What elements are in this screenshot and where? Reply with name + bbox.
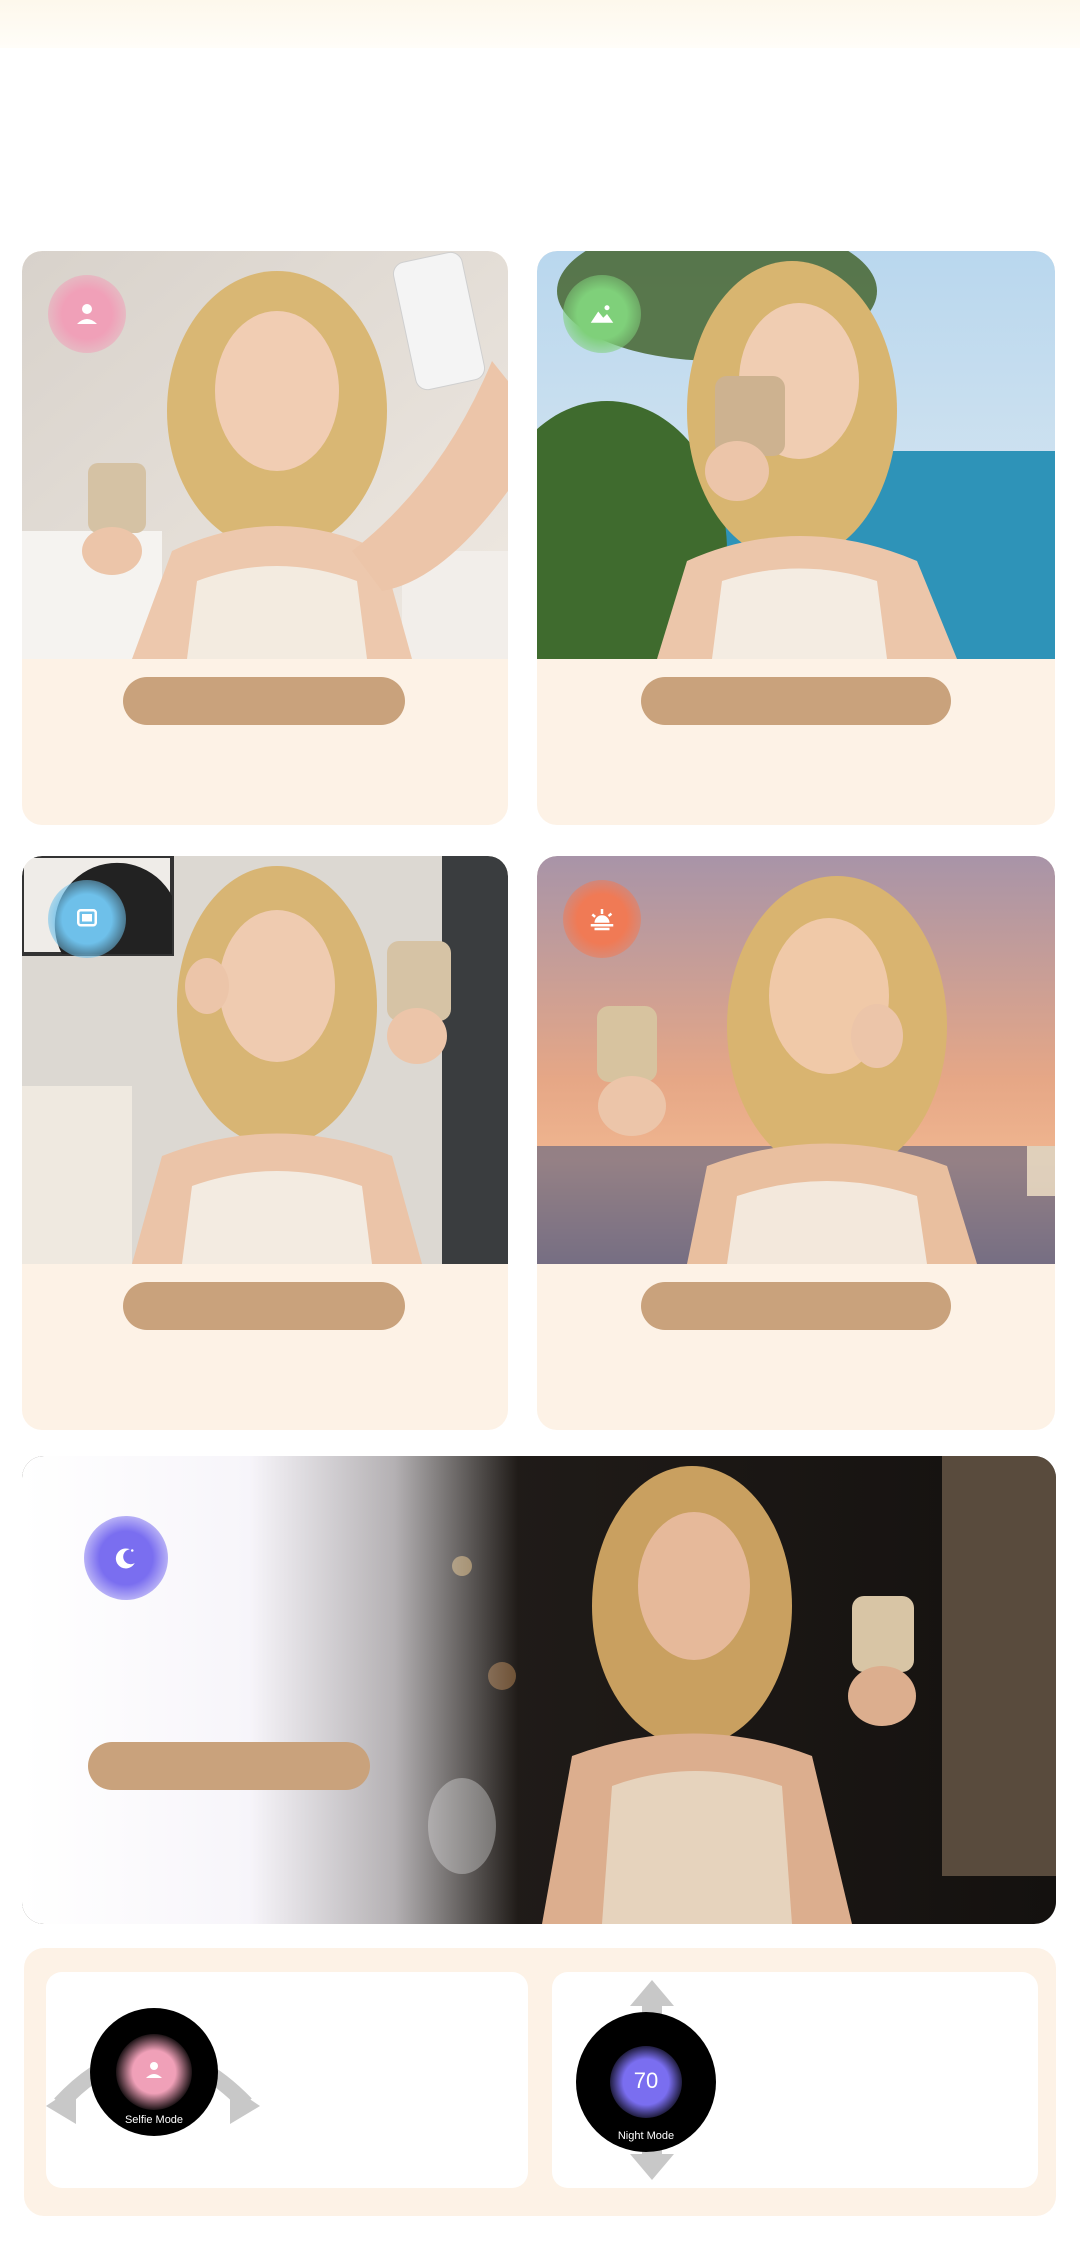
monitor-icon xyxy=(48,880,126,958)
page: Selfie Mode 70 Night Mode xyxy=(0,0,1080,2260)
sunset-mode-button[interactable] xyxy=(641,1282,951,1330)
selfie-mode-button[interactable] xyxy=(123,677,405,725)
night-mode-banner xyxy=(22,1456,1056,1924)
mode-card-sunset xyxy=(537,856,1055,1430)
moon-icon xyxy=(84,1516,168,1600)
press-demo-card: 70 Night Mode xyxy=(552,1972,1038,2188)
mode-switch-demo: Selfie Mode 70 Night Mode xyxy=(24,1948,1056,2216)
landscape-mode-button[interactable] xyxy=(641,677,951,725)
mountain-icon xyxy=(563,275,641,353)
mode-card-selfie xyxy=(22,251,508,825)
mode-card-landscape xyxy=(537,251,1055,825)
night-mode-button[interactable] xyxy=(88,1742,370,1790)
person-icon xyxy=(146,2062,162,2078)
top-banner-edge xyxy=(0,0,1080,48)
selfie-dial-label: Selfie Mode xyxy=(124,2114,184,2126)
night-dial-label: Night Mode xyxy=(617,2130,675,2142)
sunrise-icon xyxy=(563,880,641,958)
desk-mode-button[interactable] xyxy=(123,1282,405,1330)
person-icon xyxy=(48,275,126,353)
night-dial: 70 Night Mode xyxy=(576,2012,716,2152)
mode-card-desk xyxy=(22,856,508,1430)
night-dial-value: 70 xyxy=(633,2068,659,2093)
rotate-demo-card: Selfie Mode xyxy=(46,1972,528,2188)
selfie-dial: Selfie Mode xyxy=(90,2008,218,2136)
